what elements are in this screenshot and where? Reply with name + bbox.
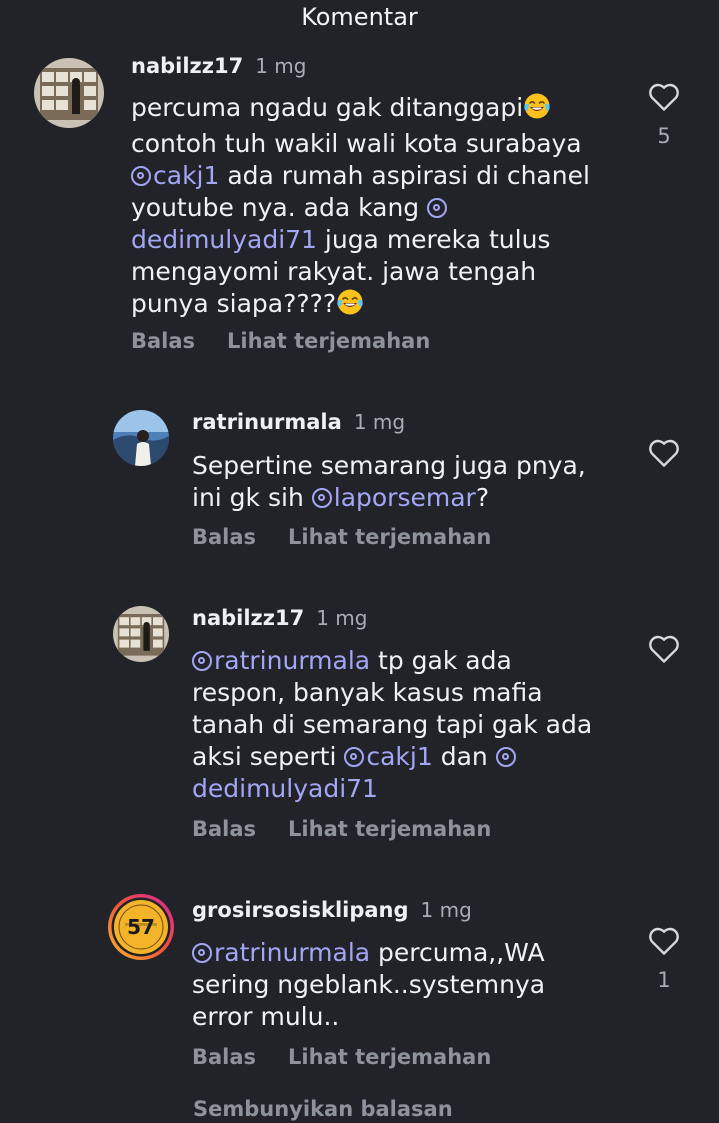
see-translation-button[interactable]: Lihat terjemahan	[227, 329, 430, 353]
avatar-nabilzz17[interactable]	[113, 606, 169, 662]
mention-username[interactable]: dedimulyadi71	[192, 774, 378, 803]
reply-button[interactable]: Balas	[131, 329, 195, 353]
mention-link[interactable]: cakj1	[344, 742, 433, 771]
avatar-grosirsosisklipang[interactable]: 57	[107, 893, 175, 961]
comment-text-segment: dan	[432, 742, 496, 771]
mention-username[interactable]: ratrinurmala	[214, 646, 370, 675]
reply-button[interactable]: Balas	[192, 525, 256, 549]
comment-text-segment: ?	[475, 483, 490, 512]
username-text[interactable]: grosirsosisklipang	[192, 898, 409, 922]
hide-replies-button[interactable]: Sembunyikan balasan	[193, 1097, 453, 1121]
mention-username[interactable]: dedimulyadi71	[131, 225, 317, 254]
username-text[interactable]: nabilzz17	[131, 54, 243, 78]
see-translation-button[interactable]: Lihat terjemahan	[288, 817, 491, 841]
mention-at-icon	[427, 198, 448, 218]
mention-link[interactable]: cakj1	[131, 161, 219, 190]
comment-username[interactable]: grosirsosisklipang 1 mg	[192, 898, 472, 922]
see-translation-button[interactable]: Lihat terjemahan	[288, 1045, 491, 1069]
comment-username[interactable]: ratrinurmala 1 mg	[192, 410, 405, 434]
comment-username[interactable]: nabilzz17 1 mg	[131, 54, 306, 78]
username-text[interactable]: nabilzz17	[192, 606, 304, 630]
mention-at-icon	[192, 651, 212, 671]
mention-link[interactable]: laporsemar	[311, 483, 476, 512]
comment-actions: Balas Lihat terjemahan	[192, 525, 491, 549]
like-count: 5	[657, 124, 671, 148]
comment-username[interactable]: nabilzz17 1 mg	[192, 606, 367, 630]
face-with-tears-of-joy-emoji	[336, 288, 364, 324]
comment-actions: Balas Lihat terjemahan	[192, 817, 491, 841]
comment-time: 1 mg	[420, 898, 472, 922]
comment-text: ratrinurmala percuma,,WA sering ngeblank…	[192, 937, 612, 1033]
reply-button[interactable]: Balas	[192, 1045, 256, 1069]
mention-at-icon	[495, 747, 516, 767]
mention-username[interactable]: ratrinurmala	[214, 938, 370, 967]
comment-text-segment: contoh tuh wakil wali kota surabaya	[131, 129, 582, 158]
comment-actions: Balas Lihat terjemahan	[131, 329, 430, 353]
mention-at-icon	[192, 943, 212, 963]
mention-link[interactable]: ratrinurmala	[192, 646, 370, 675]
face-with-tears-of-joy-emoji	[523, 92, 551, 128]
mention-link[interactable]: ratrinurmala	[192, 938, 370, 967]
heart-outline-icon[interactable]	[644, 632, 684, 668]
mention-username[interactable]: cakj1	[153, 161, 219, 190]
mention-at-icon	[131, 166, 151, 186]
comment-text-segment: percuma ngadu gak ditanggapi	[131, 93, 524, 122]
avatar-nabilzz17[interactable]	[34, 58, 104, 128]
see-translation-button[interactable]: Lihat terjemahan	[288, 525, 491, 549]
username-text[interactable]: ratrinurmala	[192, 410, 342, 434]
header-title: Komentar	[301, 3, 418, 31]
mention-username[interactable]: laporsemar	[334, 483, 476, 512]
heart-outline-icon[interactable]	[644, 436, 684, 472]
comment-time: 1 mg	[353, 410, 406, 434]
mention-at-icon	[311, 488, 332, 508]
comment-actions: Balas Lihat terjemahan	[192, 1045, 491, 1069]
reply-button[interactable]: Balas	[192, 817, 256, 841]
avatar-ratrinurmala[interactable]	[113, 410, 169, 466]
avatar-badge-text: 57	[127, 915, 155, 939]
mention-username[interactable]: cakj1	[366, 742, 432, 771]
mention-at-icon	[344, 747, 365, 767]
heart-outline-icon[interactable]	[644, 80, 684, 116]
comment-text: ratrinurmala tp gak ada respon, banyak k…	[192, 645, 612, 805]
heart-outline-icon[interactable]	[644, 924, 684, 960]
comment-time: 1 mg	[316, 606, 368, 630]
comment-time: 1 mg	[255, 54, 307, 78]
comment-text: percuma ngadu gak ditanggapi contoh tuh …	[131, 92, 601, 324]
like-count: 1	[657, 968, 671, 992]
comment-text: Sepertine semarang juga pnya, ini gk sih…	[192, 450, 612, 514]
